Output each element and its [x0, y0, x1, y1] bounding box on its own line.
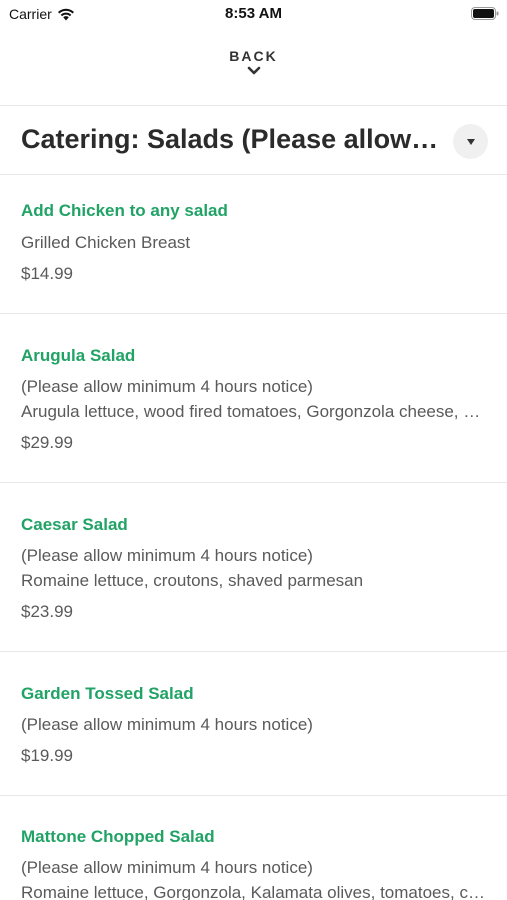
back-button[interactable]: BACK	[0, 48, 507, 76]
item-description: Romaine lettuce, croutons, shaved parmes…	[21, 571, 364, 590]
item-price: $19.99	[21, 746, 73, 765]
item-price: $29.99	[21, 433, 73, 452]
list-item[interactable]: Arugula Salad (Please allow minimum 4 ho…	[0, 314, 507, 482]
page-title: Catering: Salads (Please allow minimum 4…	[21, 124, 441, 154]
item-price: $14.99	[21, 264, 73, 283]
item-name: Garden Tossed Salad	[21, 684, 194, 703]
status-time: 8:53 AM	[225, 5, 282, 22]
list-item[interactable]: Mattone Chopped Salad (Please allow mini…	[0, 796, 507, 900]
item-description: Romaine lettuce, Gorgonzola, Kalamata ol…	[21, 883, 487, 900]
item-notice: (Please allow minimum 4 hours notice)	[21, 377, 313, 396]
caret-down-icon	[466, 138, 475, 145]
divider	[0, 105, 507, 106]
chevron-down-icon	[247, 66, 260, 75]
list-item[interactable]: Garden Tossed Salad (Please allow minimu…	[0, 652, 507, 795]
item-notice: (Please allow minimum 4 hours notice)	[21, 715, 313, 734]
item-description: Grilled Chicken Breast	[21, 233, 191, 252]
back-label: BACK	[229, 48, 278, 64]
category-dropdown-button[interactable]	[453, 124, 488, 159]
item-notice: (Please allow minimum 4 hours notice)	[21, 546, 313, 565]
list-item[interactable]: Caesar Salad (Please allow minimum 4 hou…	[0, 483, 507, 651]
item-name: Mattone Chopped Salad	[21, 827, 215, 846]
list-item[interactable]: Add Chicken to any salad Grilled Chicken…	[0, 175, 507, 313]
item-name: Arugula Salad	[21, 346, 136, 365]
item-name: Caesar Salad	[21, 515, 128, 534]
status-bar: Carrier 8:53 AM	[0, 0, 507, 28]
item-notice: (Please allow minimum 4 hours notice)	[21, 858, 313, 877]
item-price: $23.99	[21, 602, 73, 621]
item-name: Add Chicken to any salad	[21, 201, 228, 220]
battery-icon	[471, 7, 499, 20]
item-description: Arugula lettuce, wood fired tomatoes, Go…	[21, 402, 487, 421]
